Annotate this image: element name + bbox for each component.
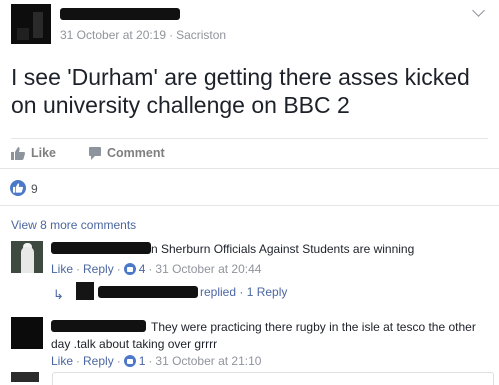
divider <box>0 168 499 169</box>
comment-timestamp[interactable]: 31 October at 21:10 <box>155 354 261 368</box>
avatar-figure-body <box>21 247 34 273</box>
post-timestamp[interactable]: 31 October at 20:19 <box>60 28 166 42</box>
divider <box>11 138 488 139</box>
post-meta: 31 October at 20:19 · Sacriston <box>60 28 226 42</box>
comment-icon <box>89 147 101 160</box>
post-text: I see 'Durham' are getting there asses k… <box>11 64 470 118</box>
comment-like-button[interactable]: Like <box>51 262 73 276</box>
comment-actions: Like · Reply · 4 · 31 October at 20:44 <box>51 262 262 276</box>
facebook-post: 31 October at 20:19 · Sacriston I see 'Dur… <box>0 0 499 385</box>
avatar-shadow <box>17 28 29 40</box>
meta-separator: · <box>169 28 174 42</box>
comment-button[interactable]: Comment <box>107 146 165 160</box>
post-location[interactable]: Sacriston <box>176 28 226 42</box>
comment-like-count[interactable]: 1 <box>139 354 146 368</box>
reply-arrow-icon: ↳ <box>53 287 64 302</box>
reaction-count[interactable]: 9 <box>31 182 38 196</box>
commenter-avatar[interactable] <box>11 241 43 273</box>
redacted-commenter-name <box>51 242 151 254</box>
current-user-avatar <box>11 372 39 382</box>
thumbs-up-icon <box>11 147 25 160</box>
comment-like-button[interactable]: Like <box>51 354 73 368</box>
like-reaction-icon <box>123 263 136 275</box>
replier-avatar[interactable] <box>76 282 94 300</box>
redacted-author-name <box>60 8 180 20</box>
like-reaction-icon[interactable] <box>10 180 26 196</box>
like-reaction-icon <box>123 355 136 367</box>
comment-actions: Like · Reply · 1 · 31 October at 21:10 <box>51 354 262 368</box>
like-button[interactable]: Like <box>31 146 56 160</box>
avatar-shadow <box>33 12 43 38</box>
comment-text: They were practicing there rugby in the … <box>51 320 476 351</box>
view-replies-link[interactable]: replied · 1 Reply <box>200 285 287 299</box>
divider <box>0 205 499 206</box>
comment-reply-button[interactable]: Reply <box>83 262 114 276</box>
chevron-down-icon[interactable] <box>472 4 485 17</box>
view-more-comments-link[interactable]: View 8 more comments <box>11 218 136 232</box>
redacted-replier-name <box>98 286 198 298</box>
thumbs-up-icon <box>13 183 23 193</box>
comment-like-count[interactable]: 4 <box>139 262 146 276</box>
commenter-avatar[interactable] <box>11 317 43 349</box>
comment-text: n Sherburn Officials Against Students ar… <box>151 242 415 256</box>
comment-timestamp[interactable]: 31 October at 20:44 <box>155 262 261 276</box>
author-avatar[interactable] <box>11 4 51 44</box>
comment-reply-button[interactable]: Reply <box>83 354 114 368</box>
